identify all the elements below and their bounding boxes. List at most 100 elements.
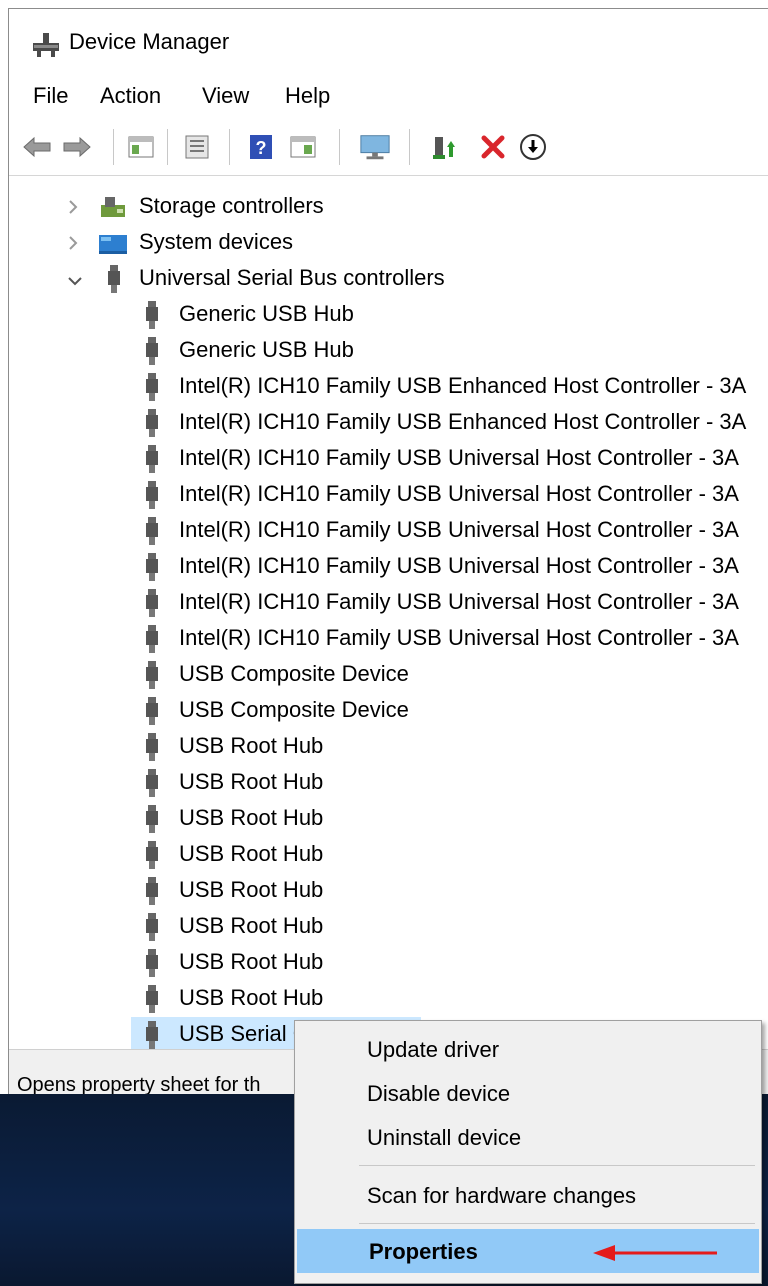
chevron-down-icon[interactable] (67, 273, 83, 289)
usb-device-item[interactable]: Intel(R) ICH10 Family USB Universal Host… (9, 621, 768, 657)
usb-device-item[interactable]: USB Composite Device (9, 693, 768, 729)
toolbar-separator (229, 129, 230, 165)
usb-plug-icon (146, 877, 158, 905)
usb-plug-icon (146, 661, 158, 689)
ctx-separator (359, 1223, 755, 1224)
usb-device-item[interactable]: Intel(R) ICH10 Family USB Enhanced Host … (9, 405, 768, 441)
usb-plug-icon (146, 985, 158, 1013)
usb-device-item[interactable]: USB Root Hub (9, 765, 768, 801)
usb-device-label: USB Root Hub (179, 841, 324, 866)
forward-icon[interactable] (61, 131, 93, 163)
tree-item-storage-controllers[interactable]: Storage controllers (9, 189, 749, 225)
usb-plug-icon (146, 913, 158, 941)
usb-plug-icon (146, 301, 158, 329)
usb-device-item[interactable]: Intel(R) ICH10 Family USB Universal Host… (9, 513, 768, 549)
chevron-right-icon[interactable] (65, 235, 81, 251)
toolbar-separator (113, 129, 114, 165)
usb-plug-icon (146, 841, 158, 869)
usb-plug-icon (146, 409, 158, 437)
show-hide-console-tree-icon[interactable] (125, 131, 157, 163)
usb-plug-icon (146, 589, 158, 617)
usb-device-label: Generic USB Hub (179, 301, 354, 326)
ctx-separator (359, 1165, 755, 1166)
ctx-update-driver[interactable]: Update driver (295, 1027, 761, 1071)
usb-device-label: USB Root Hub (179, 877, 324, 902)
usb-device-label: Intel(R) ICH10 Family USB Universal Host… (179, 517, 739, 542)
usb-device-item[interactable]: USB Root Hub (9, 801, 768, 837)
menu-action[interactable]: Action (100, 83, 161, 109)
usb-device-item[interactable]: USB Root Hub (9, 837, 768, 873)
disable-icon[interactable] (517, 131, 549, 163)
menu-view[interactable]: View (202, 83, 249, 109)
usb-device-item[interactable]: USB Root Hub (9, 945, 768, 981)
device-manager-app-icon (33, 33, 59, 57)
usb-device-label: USB Root Hub (179, 805, 324, 830)
usb-device-label: Intel(R) ICH10 Family USB Universal Host… (179, 481, 739, 506)
ctx-item-label: Disable device (367, 1081, 511, 1106)
tree-item-label: System devices (139, 229, 294, 254)
ctx-item-label: Properties (369, 1239, 478, 1264)
title-bar: Device Manager (9, 9, 768, 73)
chevron-right-icon[interactable] (65, 199, 81, 215)
usb-device-label: USB Root Hub (179, 769, 324, 794)
usb-plug-icon (146, 697, 158, 725)
usb-device-item[interactable]: USB Root Hub (9, 909, 768, 945)
ctx-disable-device[interactable]: Disable device (295, 1071, 761, 1115)
usb-plug-icon (146, 805, 158, 833)
toolbar-separator (409, 129, 410, 165)
usb-device-label: Intel(R) ICH10 Family USB Universal Host… (179, 589, 739, 614)
toolbar-separator (167, 129, 168, 165)
usb-device-label: Intel(R) ICH10 Family USB Enhanced Host … (179, 409, 747, 434)
device-manager-window: Device Manager File Action View Help ? S… (8, 8, 768, 1096)
update-driver-icon[interactable] (429, 131, 461, 163)
toolbar: ? (9, 119, 768, 176)
usb-device-label: USB Serial C (179, 1021, 309, 1046)
usb-device-item[interactable]: Intel(R) ICH10 Family USB Universal Host… (9, 441, 768, 477)
usb-device-item[interactable]: Intel(R) ICH10 Family USB Enhanced Host … (9, 369, 768, 405)
usb-plug-icon (146, 733, 158, 761)
action-pane-icon[interactable] (287, 131, 319, 163)
usb-device-item[interactable]: USB Root Hub (9, 981, 768, 1017)
usb-device-label: Intel(R) ICH10 Family USB Universal Host… (179, 445, 739, 470)
usb-device-item[interactable]: USB Root Hub (9, 873, 768, 909)
device-tree: Storage controllers System devices Unive… (9, 177, 768, 1049)
usb-device-item[interactable]: Intel(R) ICH10 Family USB Universal Host… (9, 477, 768, 513)
usb-device-label: USB Root Hub (179, 733, 324, 758)
uninstall-icon[interactable] (477, 131, 509, 163)
usb-device-label: Intel(R) ICH10 Family USB Universal Host… (179, 553, 739, 578)
usb-device-item[interactable]: Generic USB Hub (9, 297, 768, 333)
menu-help[interactable]: Help (285, 83, 330, 109)
usb-device-label: USB Root Hub (179, 913, 324, 938)
usb-device-item[interactable]: USB Root Hub (9, 729, 768, 765)
usb-device-item[interactable]: Intel(R) ICH10 Family USB Universal Host… (9, 585, 768, 621)
system-devices-icon (99, 235, 127, 254)
usb-plug-icon (146, 625, 158, 653)
tree-item-label: Storage controllers (139, 193, 324, 218)
usb-device-label: USB Root Hub (179, 949, 324, 974)
tree-item-system-devices[interactable]: System devices (9, 225, 749, 261)
toolbar-separator (339, 129, 340, 165)
ctx-properties[interactable]: Properties (297, 1229, 759, 1273)
usb-plug-icon (146, 769, 158, 797)
usb-plug-icon (146, 337, 158, 365)
usb-plug-icon (146, 517, 158, 545)
usb-plug-icon (146, 481, 158, 509)
usb-device-item[interactable]: Generic USB Hub (9, 333, 768, 369)
tree-item-usb-controllers[interactable]: Universal Serial Bus controllers (9, 261, 749, 297)
usb-device-label: USB Composite Device (179, 661, 409, 686)
help-icon[interactable]: ? (245, 131, 277, 163)
ctx-item-label: Scan for hardware changes (367, 1183, 637, 1208)
back-icon[interactable] (21, 131, 53, 163)
usb-plug-icon (146, 1021, 158, 1049)
usb-device-item[interactable]: USB Composite Device (9, 657, 768, 693)
usb-device-label: USB Composite Device (179, 697, 409, 722)
usb-device-item[interactable]: Intel(R) ICH10 Family USB Universal Host… (9, 549, 768, 585)
properties-icon[interactable] (181, 131, 213, 163)
usb-device-label: Intel(R) ICH10 Family USB Enhanced Host … (179, 373, 747, 398)
storage-controller-icon (101, 197, 125, 217)
ctx-item-label: Update driver (367, 1037, 500, 1062)
menu-file[interactable]: File (33, 83, 68, 109)
scan-hardware-icon[interactable] (359, 131, 391, 163)
ctx-uninstall-device[interactable]: Uninstall device (295, 1115, 761, 1159)
ctx-scan-hardware[interactable]: Scan for hardware changes (295, 1173, 761, 1217)
